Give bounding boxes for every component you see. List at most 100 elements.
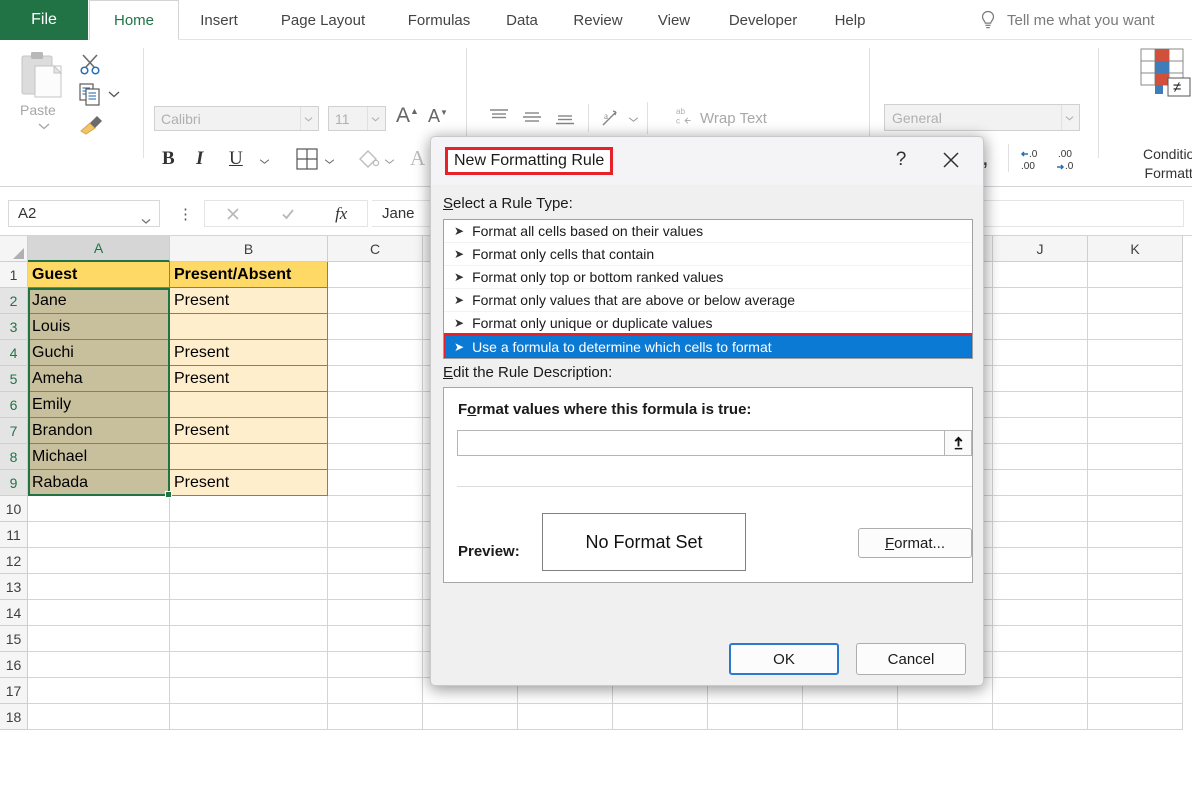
cell-K16[interactable]: [1088, 652, 1183, 678]
format-painter-icon[interactable]: [78, 112, 106, 136]
cell-K9[interactable]: [1088, 470, 1183, 496]
cell-B5[interactable]: Present: [170, 366, 328, 392]
cell-K6[interactable]: [1088, 392, 1183, 418]
cell-B15[interactable]: [170, 626, 328, 652]
cell-J1[interactable]: [993, 262, 1088, 288]
cell-C13[interactable]: [328, 574, 423, 600]
rule-type-item-2[interactable]: ➤ Format only top or bottom ranked value…: [444, 266, 972, 289]
cell-A9[interactable]: Rabada: [28, 470, 170, 496]
cell-C6[interactable]: [328, 392, 423, 418]
bold-button[interactable]: B: [162, 148, 175, 170]
chevron-down-icon[interactable]: [108, 90, 120, 98]
ribbon-tab-home[interactable]: Home: [89, 0, 179, 40]
cell-A8[interactable]: Michael: [28, 444, 170, 470]
column-header-c[interactable]: C: [328, 236, 423, 262]
cell-G18[interactable]: [708, 704, 803, 730]
cell-J18[interactable]: [993, 704, 1088, 730]
fill-color-icon[interactable]: [356, 146, 380, 170]
align-top-icon[interactable]: [488, 108, 510, 124]
cell-K1[interactable]: [1088, 262, 1183, 288]
cell-C4[interactable]: [328, 340, 423, 366]
cell-C1[interactable]: [328, 262, 423, 288]
cell-J13[interactable]: [993, 574, 1088, 600]
cell-D18[interactable]: [423, 704, 518, 730]
formula-value-input[interactable]: [457, 430, 945, 456]
row-header-3[interactable]: 3: [0, 314, 28, 340]
ribbon-tab-file[interactable]: File: [0, 0, 88, 40]
conditional-formatting-label[interactable]: Conditional Formatting: [1118, 145, 1192, 183]
cell-J10[interactable]: [993, 496, 1088, 522]
cell-A2[interactable]: Jane: [28, 288, 170, 314]
cell-B11[interactable]: [170, 522, 328, 548]
ribbon-tab-developer[interactable]: Developer: [709, 0, 817, 40]
row-header-2[interactable]: 2: [0, 288, 28, 314]
cell-B9[interactable]: Present: [170, 470, 328, 496]
chevron-down-icon[interactable]: [38, 122, 50, 130]
chevron-down-icon[interactable]: [324, 158, 335, 165]
chevron-down-icon[interactable]: [300, 107, 316, 130]
orientation-icon[interactable]: a: [600, 106, 624, 130]
rule-type-item-3[interactable]: ➤ Format only values that are above or b…: [444, 289, 972, 312]
cell-A11[interactable]: [28, 522, 170, 548]
font-name-combo[interactable]: Calibri: [154, 106, 319, 131]
chevron-down-icon[interactable]: [384, 158, 395, 165]
cell-A7[interactable]: Brandon: [28, 418, 170, 444]
cell-A1[interactable]: Guest: [28, 262, 170, 288]
cell-K11[interactable]: [1088, 522, 1183, 548]
rule-type-item-0[interactable]: ➤ Format all cells based on their values: [444, 220, 972, 243]
row-header-13[interactable]: 13: [0, 574, 28, 600]
cell-K3[interactable]: [1088, 314, 1183, 340]
scissors-icon[interactable]: [78, 52, 102, 76]
cell-B17[interactable]: [170, 678, 328, 704]
tell-me-search[interactable]: Tell me what you want: [978, 0, 1155, 40]
chevron-down-icon[interactable]: [259, 158, 270, 165]
ribbon-tab-data[interactable]: Data: [491, 0, 553, 40]
cell-B18[interactable]: [170, 704, 328, 730]
cell-H18[interactable]: [803, 704, 898, 730]
chevron-down-icon[interactable]: [1061, 105, 1077, 130]
cell-B10[interactable]: [170, 496, 328, 522]
decrease-font-size-button[interactable]: A▼: [428, 106, 448, 127]
ribbon-tab-help[interactable]: Help: [821, 0, 879, 40]
cell-B3[interactable]: [170, 314, 328, 340]
number-format-combo[interactable]: General: [884, 104, 1080, 131]
cell-J17[interactable]: [993, 678, 1088, 704]
borders-icon[interactable]: [296, 148, 318, 170]
wrap-text-label[interactable]: Wrap Text: [700, 110, 767, 127]
cell-A13[interactable]: [28, 574, 170, 600]
font-color-icon[interactable]: A: [410, 146, 425, 171]
cell-J2[interactable]: [993, 288, 1088, 314]
cancel-button[interactable]: Cancel: [856, 643, 966, 675]
row-header-7[interactable]: 7: [0, 418, 28, 444]
row-header-4[interactable]: 4: [0, 340, 28, 366]
name-box[interactable]: A2: [8, 200, 160, 227]
cell-C18[interactable]: [328, 704, 423, 730]
cell-A4[interactable]: Guchi: [28, 340, 170, 366]
decrease-decimal-icon[interactable]: .00 .0: [1055, 148, 1089, 172]
cell-K8[interactable]: [1088, 444, 1183, 470]
formula-bar-handle[interactable]: ⋮: [178, 205, 193, 223]
row-header-11[interactable]: 11: [0, 522, 28, 548]
cell-C14[interactable]: [328, 600, 423, 626]
cell-C7[interactable]: [328, 418, 423, 444]
rule-type-item-5[interactable]: ➤ Use a formula to determine which cells…: [444, 333, 972, 358]
ribbon-tab-review[interactable]: Review: [557, 0, 639, 40]
cell-B12[interactable]: [170, 548, 328, 574]
cell-F18[interactable]: [613, 704, 708, 730]
cell-J11[interactable]: [993, 522, 1088, 548]
paste-label[interactable]: Paste: [20, 102, 56, 118]
row-header-18[interactable]: 18: [0, 704, 28, 730]
cell-K5[interactable]: [1088, 366, 1183, 392]
cell-A18[interactable]: [28, 704, 170, 730]
ribbon-tab-insert[interactable]: Insert: [183, 0, 255, 40]
cell-B14[interactable]: [170, 600, 328, 626]
cell-B1[interactable]: Present/Absent: [170, 262, 328, 288]
row-header-12[interactable]: 12: [0, 548, 28, 574]
cell-K17[interactable]: [1088, 678, 1183, 704]
ribbon-tab-page-layout[interactable]: Page Layout: [259, 0, 387, 40]
row-header-1[interactable]: 1: [0, 262, 28, 288]
cell-J3[interactable]: [993, 314, 1088, 340]
cell-A15[interactable]: [28, 626, 170, 652]
cell-C15[interactable]: [328, 626, 423, 652]
row-header-6[interactable]: 6: [0, 392, 28, 418]
